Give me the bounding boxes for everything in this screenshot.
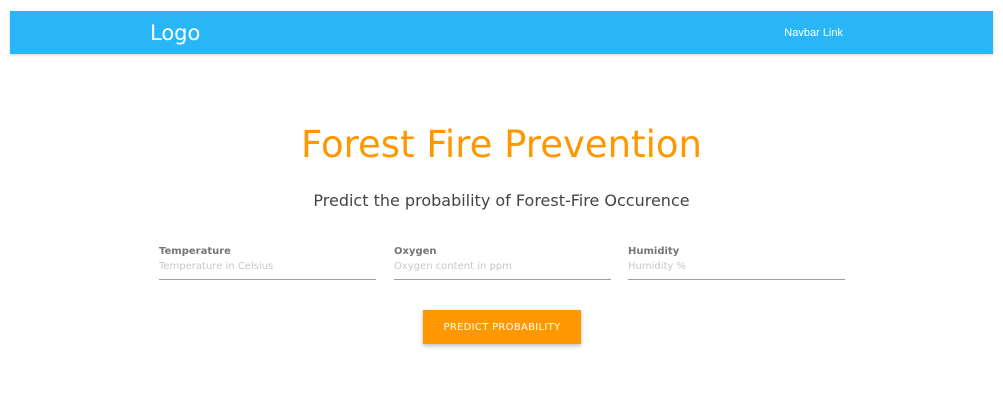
oxygen-input[interactable] xyxy=(394,258,611,280)
predict-probability-button[interactable]: Predict Probability xyxy=(423,310,581,344)
oxygen-label: Oxygen xyxy=(394,246,437,257)
page-subtitle: Predict the probability of Forest-Fire O… xyxy=(313,191,690,210)
temperature-field-group: Temperature xyxy=(159,246,376,283)
temperature-label: Temperature xyxy=(159,246,231,257)
oxygen-field-group: Oxygen xyxy=(394,246,611,283)
humidity-label: Humidity xyxy=(628,246,680,257)
navbar-link[interactable]: Navbar Link xyxy=(784,26,843,40)
navbar: Logo Navbar Link xyxy=(10,11,993,54)
temperature-input[interactable] xyxy=(159,258,376,280)
logo-link[interactable]: Logo xyxy=(150,20,200,46)
humidity-input[interactable] xyxy=(628,258,845,280)
humidity-field-group: Humidity xyxy=(628,246,845,283)
page-title: Forest Fire Prevention xyxy=(301,123,702,166)
